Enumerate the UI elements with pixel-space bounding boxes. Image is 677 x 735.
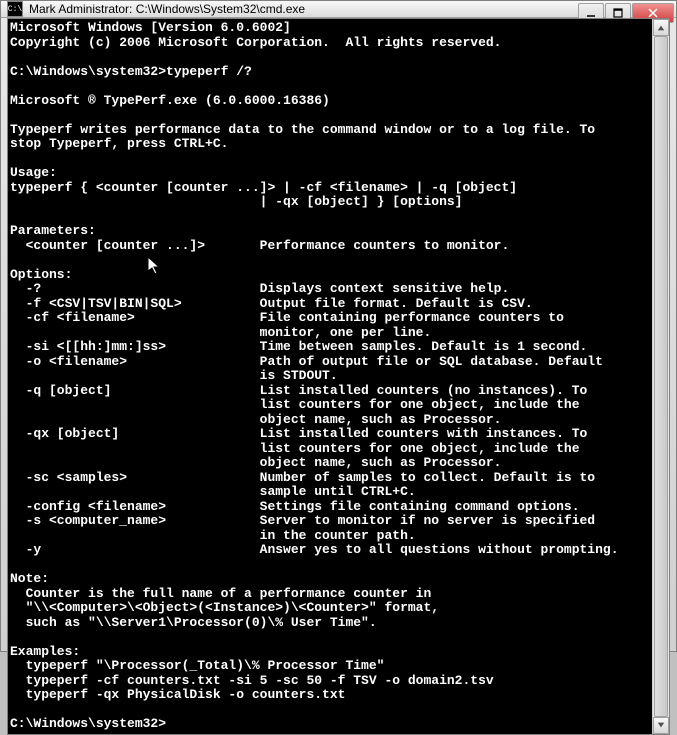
titlebar[interactable]: C:\ Mark Administrator: C:\Windows\Syste… [1,1,676,18]
scrollbar-track[interactable] [653,36,669,717]
scrollbar-up-button[interactable] [653,19,669,36]
client-area: Microsoft Windows [Version 6.0.6002] Cop… [7,18,670,735]
window-title: Mark Administrator: C:\Windows\System32\… [29,2,305,16]
close-icon [648,8,658,18]
maximize-icon [613,8,623,18]
terminal-output[interactable]: Microsoft Windows [Version 6.0.6002] Cop… [8,19,652,734]
arrow-down-icon [657,721,665,729]
minimize-icon [586,8,596,18]
scrollbar-thumb[interactable] [654,36,668,717]
vertical-scrollbar[interactable] [652,19,669,734]
arrow-up-icon [657,24,665,32]
app-icon: C:\ [7,1,23,17]
scrollbar-down-button[interactable] [653,717,669,734]
cmd-window: C:\ Mark Administrator: C:\Windows\Syste… [0,0,677,652]
